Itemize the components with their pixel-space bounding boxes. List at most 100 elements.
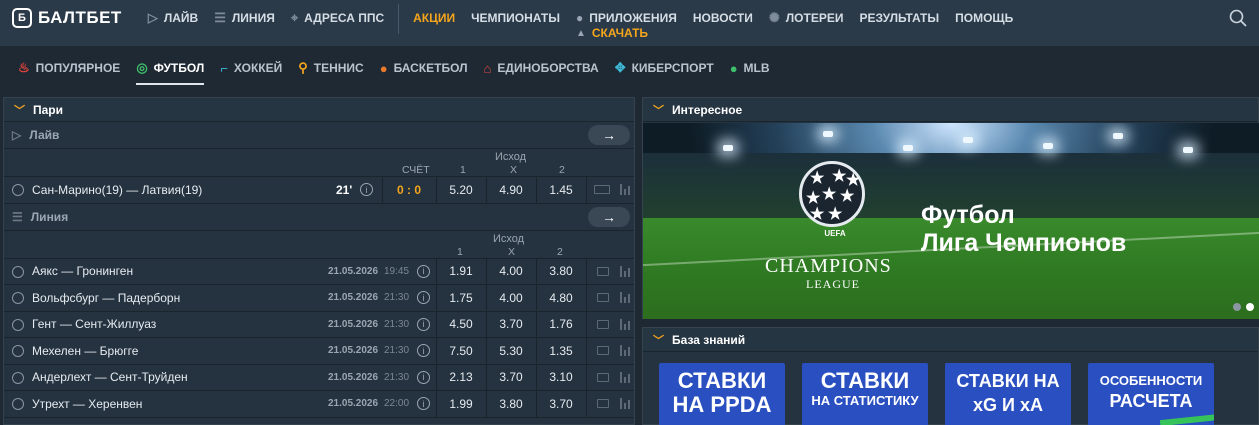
- knowledge-card[interactable]: СТАВКИ НА PPDA: [659, 363, 785, 425]
- nav-apps[interactable]: ● ПРИЛОЖЕНИЯ ▲ СКАЧАТЬ: [568, 0, 685, 40]
- odd-x[interactable]: 4.00: [486, 264, 536, 278]
- stats-icon[interactable]: [620, 265, 632, 277]
- logo[interactable]: Б БАЛТБЕТ: [12, 0, 122, 36]
- nav-lotteries[interactable]: ✺ ЛОТЕРЕИ: [761, 0, 852, 36]
- nav-live[interactable]: ▷ ЛАЙВ: [140, 0, 206, 36]
- odd-1[interactable]: 5.20: [436, 183, 486, 197]
- info-icon[interactable]: i: [417, 370, 430, 384]
- baseball-icon: ●: [729, 60, 738, 76]
- odd-2[interactable]: 3.10: [536, 370, 586, 384]
- info-icon[interactable]: i: [417, 317, 430, 331]
- odd-1[interactable]: 4.50: [436, 317, 486, 331]
- knowledge-card[interactable]: ОСОБЕННОСТИ РАСЧЕТА: [1088, 363, 1214, 425]
- odd-2[interactable]: 1.35: [536, 344, 586, 358]
- odd-2[interactable]: 1.76: [536, 317, 586, 331]
- nav-addresses-label: АДРЕСА ППС: [304, 11, 385, 25]
- tab-mlb-label: MLB: [743, 61, 770, 75]
- odd-1[interactable]: 1.99: [436, 397, 486, 411]
- interesting-panel-header[interactable]: ﹀ Интересное: [643, 98, 1258, 122]
- odd-x[interactable]: 3.80: [486, 397, 536, 411]
- odd-x[interactable]: 3.70: [486, 317, 536, 331]
- col-outcome: Исход: [493, 232, 525, 245]
- nav-help[interactable]: ПОМОЩЬ: [947, 0, 1021, 36]
- nav-championships[interactable]: ЧЕМПИОНАТЫ: [463, 0, 568, 36]
- knowledge-card[interactable]: СТАВКИ НА xG И xA: [945, 363, 1071, 425]
- live-column-headers: СЧЁТ 1 Исход X 2: [4, 149, 634, 177]
- stats-icon[interactable]: [620, 292, 632, 303]
- tab-esports[interactable]: ✥ КИБЕРСПОРТ: [607, 51, 722, 85]
- odd-1[interactable]: 7.50: [436, 344, 486, 358]
- line-match-row[interactable]: Аякс — Гронинген 21.05.2026 19:45 i 1.91 4.00…: [4, 258, 634, 285]
- tv-icon[interactable]: [597, 399, 609, 408]
- line-match-row[interactable]: Вольфсбург — Падерборн 21.05.2026 21:30 i 1.…: [4, 285, 634, 312]
- champions-league-star-ball-icon: ★ ★ ★ ★ ★ ★ ★ ★: [799, 161, 865, 227]
- match-name: Андерлехт — Сент-Труйден: [32, 370, 188, 385]
- arrow-right-icon: →: [602, 127, 616, 143]
- tv-icon[interactable]: [597, 372, 609, 382]
- info-icon[interactable]: i: [417, 264, 430, 278]
- stats-icon[interactable]: [620, 345, 632, 356]
- odd-2[interactable]: 1.45: [536, 183, 586, 197]
- line-column-headers: 1 Исход X 2: [4, 231, 634, 259]
- tab-basketball[interactable]: ● БАСКЕТБОЛ: [372, 51, 476, 85]
- odd-x[interactable]: 4.90: [486, 183, 536, 197]
- odd-1[interactable]: 1.75: [436, 291, 486, 305]
- odd-2[interactable]: 3.70: [536, 397, 586, 411]
- line-match-row[interactable]: Утрехт — Херенвен 21.05.2026 22:00 i 1.99 3.8…: [4, 391, 634, 418]
- tab-hockey[interactable]: ⌐ ХОККЕЙ: [212, 51, 290, 85]
- info-icon[interactable]: i: [360, 183, 373, 196]
- apple-icon: ●: [575, 11, 584, 25]
- tab-esports-label: КИБЕРСПОРТ: [631, 61, 714, 75]
- line-match-row[interactable]: Мехелен — Брюгге 21.05.2026 21:30 i 7.50 5.30…: [4, 338, 634, 365]
- tab-football[interactable]: ◎ ФУТБОЛ: [128, 51, 212, 85]
- info-icon[interactable]: i: [417, 291, 430, 304]
- match-time: 21:30: [384, 345, 410, 357]
- tv-icon[interactable]: [597, 319, 609, 329]
- knowledge-card[interactable]: СТАВКИ НА СТАТИСТИКУ: [802, 363, 928, 425]
- live-match-row[interactable]: Сан-Марино(19) — Латвия(19) 21' i 0 : 0 …: [4, 177, 634, 204]
- card-line2: НА СТАТИСТИКУ: [811, 393, 919, 408]
- nav-promotions[interactable]: АКЦИИ: [405, 0, 463, 36]
- odd-x[interactable]: 3.70: [486, 370, 536, 384]
- knowledge-panel-header[interactable]: ﹀ База знаний: [643, 328, 1258, 352]
- line-match-row[interactable]: Андерлехт — Сент-Труйден 21.05.2026 21:30 i…: [4, 364, 634, 391]
- odd-1[interactable]: 2.13: [436, 370, 486, 384]
- match-time: 22:00: [384, 398, 410, 410]
- odd-x[interactable]: 5.30: [486, 344, 536, 358]
- tv-icon[interactable]: [597, 266, 609, 276]
- live-more-button[interactable]: →: [588, 125, 630, 145]
- ucl-uefa-text: UEFA: [824, 229, 846, 238]
- odd-1[interactable]: 1.91: [436, 264, 486, 278]
- line-more-button[interactable]: →: [588, 206, 630, 227]
- stats-icon[interactable]: [620, 398, 632, 409]
- chevron-down-icon: ﹀: [653, 334, 664, 347]
- stats-icon[interactable]: [620, 371, 632, 383]
- nav-addresses[interactable]: ⌖ АДРЕСА ППС: [283, 0, 392, 36]
- nav-news[interactable]: НОВОСТИ: [685, 0, 761, 36]
- odd-2[interactable]: 4.80: [536, 291, 586, 305]
- tab-popular[interactable]: ♨ ПОПУЛЯРНОЕ: [10, 51, 128, 85]
- promo-banner[interactable]: ★ ★ ★ ★ ★ ★ ★ ★ UEFA CHAMPIONS LEAGUE Футбол …: [643, 123, 1259, 319]
- odd-x[interactable]: 4.00: [486, 291, 536, 305]
- line-match-row[interactable]: Гент — Сент-Жиллуаз 21.05.2026 21:30 i 4.50 3…: [4, 311, 634, 338]
- tv-icon[interactable]: [597, 293, 609, 302]
- nav-results[interactable]: РЕЗУЛЬТАТЫ: [852, 0, 948, 36]
- match-score: 0 : 0: [396, 182, 421, 197]
- tab-combat[interactable]: ⌂ ЕДИНОБОРСТВА: [476, 51, 607, 85]
- info-icon[interactable]: i: [417, 344, 430, 357]
- bets-panel-header[interactable]: ﹀ Пари: [4, 98, 634, 122]
- stats-icon[interactable]: [620, 184, 632, 195]
- tab-tennis[interactable]: ⚲ ТЕННИС: [290, 51, 372, 85]
- tv-icon[interactable]: [597, 346, 609, 355]
- carousel-dot[interactable]: [1233, 303, 1241, 311]
- odd-2[interactable]: 3.80: [536, 264, 586, 278]
- carousel-dot-active[interactable]: [1246, 303, 1254, 311]
- col-outcome: Исход: [495, 151, 527, 163]
- stats-icon[interactable]: [620, 318, 632, 330]
- live-video-icon[interactable]: [594, 185, 610, 194]
- divider: [586, 391, 587, 417]
- nav-line[interactable]: ☰ ЛИНИЯ: [206, 0, 283, 36]
- tab-mlb[interactable]: ● MLB: [722, 51, 778, 85]
- search-icon[interactable]: [1229, 9, 1247, 27]
- info-icon[interactable]: i: [417, 397, 430, 410]
